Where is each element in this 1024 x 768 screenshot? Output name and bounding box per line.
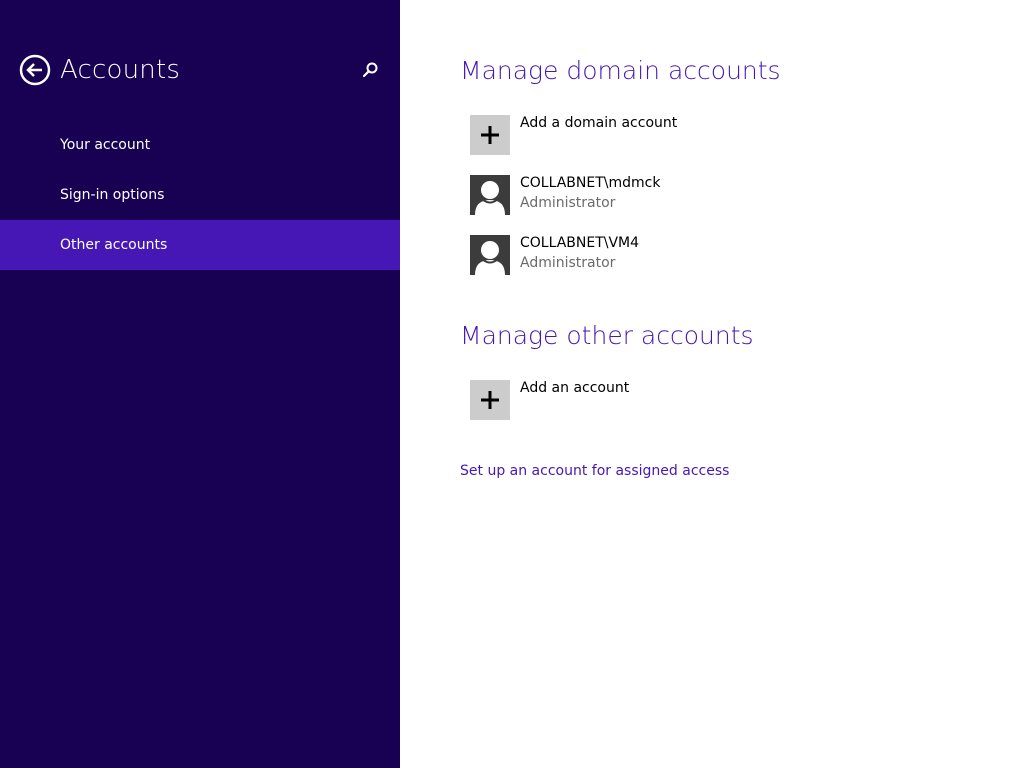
sidebar-item-other-accounts[interactable]: Other accounts: [0, 220, 400, 270]
plus-icon: [481, 391, 499, 409]
add-tile: [470, 380, 510, 420]
domain-account-row[interactable]: COLLABNET\mdmck Administrator: [470, 175, 970, 217]
page-title: Accounts: [60, 55, 181, 85]
back-button[interactable]: [19, 54, 51, 86]
sidebar: Accounts Your account Sign-in options Ot…: [0, 0, 400, 768]
search-button[interactable]: [358, 58, 382, 82]
user-avatar: [470, 175, 510, 215]
sidebar-item-sign-in-options[interactable]: Sign-in options: [0, 170, 400, 220]
user-icon: [470, 175, 510, 215]
other-accounts-heading: Manage other accounts: [460, 321, 754, 350]
sidebar-nav: Your account Sign-in options Other accou…: [0, 120, 400, 270]
account-name: COLLABNET\VM4: [520, 235, 640, 251]
add-account-button[interactable]: Add an account: [470, 380, 970, 422]
search-icon: [362, 62, 378, 78]
account-name: COLLABNET\mdmck: [520, 175, 661, 191]
sidebar-item-your-account[interactable]: Your account: [0, 120, 400, 170]
add-account-label: Add an account: [520, 380, 630, 396]
back-arrow-icon: [19, 54, 51, 86]
add-domain-account-label: Add a domain account: [520, 115, 678, 131]
main-content: Manage domain accounts Add a domain acco…: [400, 0, 1024, 768]
assigned-access-link[interactable]: Set up an account for assigned access: [460, 461, 729, 481]
account-role: Administrator: [520, 195, 616, 211]
domain-account-row[interactable]: COLLABNET\VM4 Administrator: [470, 235, 970, 277]
user-avatar: [470, 235, 510, 275]
add-tile: [470, 115, 510, 155]
pc-settings-window: Accounts Your account Sign-in options Ot…: [0, 0, 1024, 768]
account-role: Administrator: [520, 255, 616, 271]
plus-icon: [481, 126, 499, 144]
user-icon: [470, 235, 510, 275]
domain-accounts-heading: Manage domain accounts: [460, 56, 781, 85]
add-domain-account-button[interactable]: Add a domain account: [470, 115, 970, 157]
